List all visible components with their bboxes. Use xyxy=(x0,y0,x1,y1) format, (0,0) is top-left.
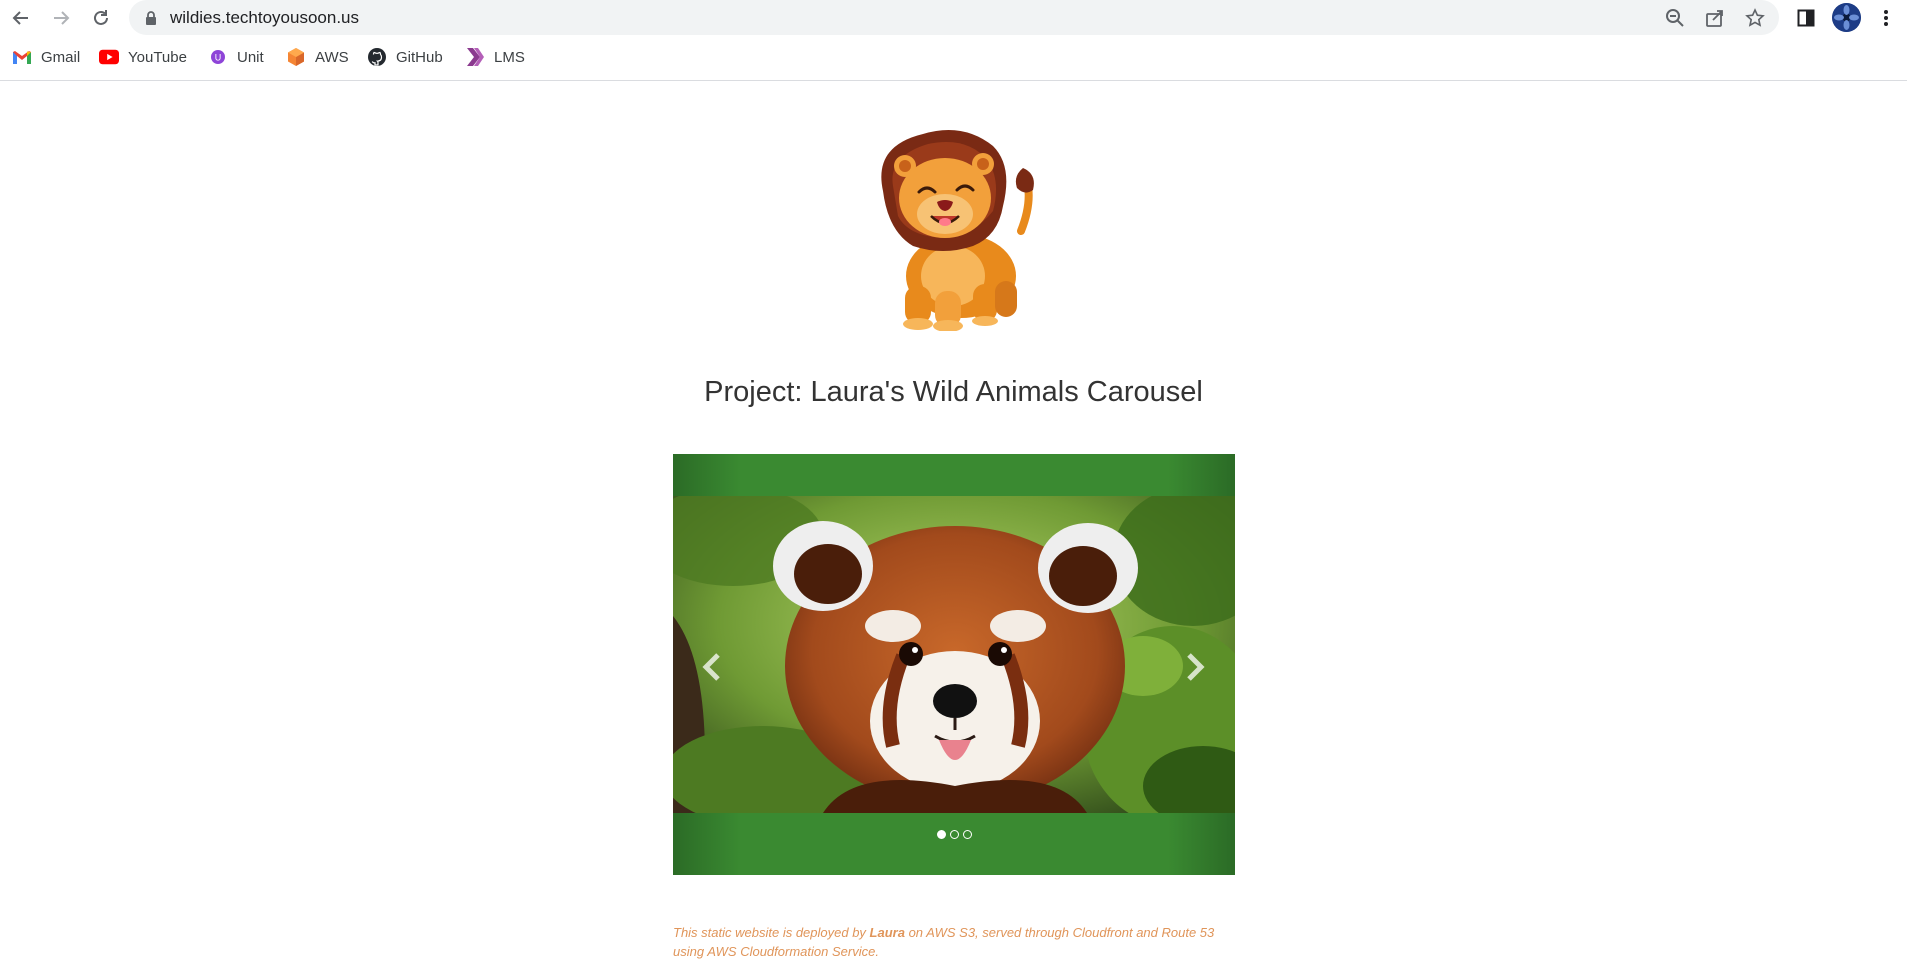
bookmark-lms[interactable]: LMS xyxy=(465,42,525,72)
carousel-indicator[interactable] xyxy=(949,830,959,839)
chevron-left-icon xyxy=(702,653,720,681)
deployment-footer: This static website is deployed by Laura… xyxy=(673,923,1235,961)
unit-icon: U xyxy=(208,47,228,67)
back-button[interactable] xyxy=(8,5,34,31)
gmail-icon xyxy=(12,47,32,67)
bookmark-label: AWS xyxy=(315,48,349,66)
carousel-slide-red-panda xyxy=(673,496,1235,813)
share-button[interactable] xyxy=(1703,6,1727,30)
avatar-image xyxy=(1832,3,1861,32)
menu-button[interactable] xyxy=(1874,6,1898,30)
carousel-indicator[interactable] xyxy=(936,830,946,839)
bookmark-github[interactable]: GitHub xyxy=(367,42,443,72)
youtube-icon xyxy=(99,47,119,67)
bookmarks-bar: Gmail YouTube U Unit AWS GitHub LMS xyxy=(0,42,1907,72)
bookmark-label: Gmail xyxy=(41,48,81,66)
bookmark-star-button[interactable] xyxy=(1743,6,1767,30)
side-panel-button[interactable] xyxy=(1794,6,1818,30)
chevron-right-icon xyxy=(1187,653,1205,681)
carousel-indicator[interactable] xyxy=(962,830,972,839)
lion-logo xyxy=(853,126,1053,332)
side-panel-icon xyxy=(1797,9,1815,27)
carousel-next-button[interactable] xyxy=(1180,652,1210,682)
bookmark-unit[interactable]: U Unit xyxy=(208,42,264,72)
more-vert-icon xyxy=(1884,10,1888,26)
carousel-indicators xyxy=(673,830,1235,839)
zoom-button[interactable] xyxy=(1663,6,1687,30)
lms-icon xyxy=(465,47,485,67)
star-icon xyxy=(1745,8,1765,27)
github-icon xyxy=(367,47,387,67)
bookmark-label: GitHub xyxy=(396,48,443,66)
address-bar[interactable]: wildies.techtoyousoon.us xyxy=(129,0,1779,35)
bookmark-gmail[interactable]: Gmail xyxy=(12,42,80,72)
bookmark-youtube[interactable]: YouTube xyxy=(99,42,187,72)
aws-icon xyxy=(286,47,306,67)
bookmark-label: YouTube xyxy=(128,48,187,66)
page-title: Project: Laura's Wild Animals Carousel xyxy=(704,376,1203,408)
reload-icon xyxy=(94,10,108,25)
toolbar-divider xyxy=(0,80,1907,81)
profile-avatar[interactable] xyxy=(1832,3,1861,32)
share-icon xyxy=(1706,10,1723,27)
browser-toolbar: wildies.techtoyousoon.us xyxy=(0,0,1907,35)
animal-carousel xyxy=(673,454,1235,875)
svg-text:U: U xyxy=(215,53,222,63)
bookmark-aws[interactable]: AWS xyxy=(286,42,349,72)
bookmark-label: Unit xyxy=(237,48,264,66)
lock-icon xyxy=(146,11,156,25)
arrow-right-icon xyxy=(54,11,70,25)
url-text[interactable]: wildies.techtoyousoon.us xyxy=(170,8,359,28)
footer-text-start: This static website is deployed by xyxy=(673,925,870,940)
footer-author: Laura xyxy=(869,925,905,940)
forward-button[interactable] xyxy=(48,5,74,31)
arrow-left-icon xyxy=(12,11,28,25)
carousel-prev-button[interactable] xyxy=(697,652,727,682)
reload-button[interactable] xyxy=(88,5,114,31)
zoom-out-icon xyxy=(1666,9,1684,27)
bookmark-label: LMS xyxy=(494,48,525,66)
